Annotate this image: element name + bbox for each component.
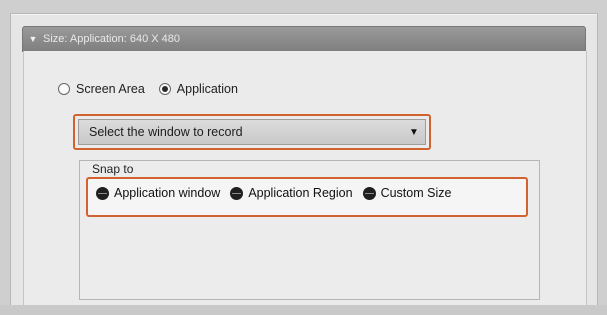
snap-option-label: Application Region [248,186,353,200]
snap-option-label: Application window [114,186,221,200]
radio-selected-dot [161,86,168,92]
snap-button-icon [362,186,376,200]
window-select-dropdown[interactable]: Select the window to record ▼ [78,119,426,145]
screen-area-radio[interactable] [58,83,70,95]
window-select-value: Select the window to record [89,125,243,139]
panel-bottom-edge [0,305,607,315]
snap-button-icon [96,186,109,200]
size-section-title: Size: Application: 640 X 480 [43,33,180,45]
snap-custom-size-button[interactable]: Custom Size [362,186,452,200]
size-section-header[interactable]: ▼ Size: Application: 640 X 480 [22,26,586,52]
snap-application-window-button[interactable]: Application window [96,186,220,200]
application-label[interactable]: Application [177,82,238,96]
screen-area-label[interactable]: Screen Area [76,82,145,96]
snap-option-label: Custom Size [380,186,452,200]
application-radio[interactable] [158,83,171,95]
triangle-down-icon[interactable]: ▼ [23,34,43,44]
snap-to-label: Snap to [92,162,134,176]
snap-application-region-button[interactable]: Application Region [230,186,353,200]
snap-button-icon [230,186,244,200]
snap-options-row: Application window Application Region Cu… [96,186,457,200]
capture-mode-radio-group: Screen Area Application [58,82,246,96]
dropdown-arrow-icon[interactable]: ▼ [403,127,425,138]
